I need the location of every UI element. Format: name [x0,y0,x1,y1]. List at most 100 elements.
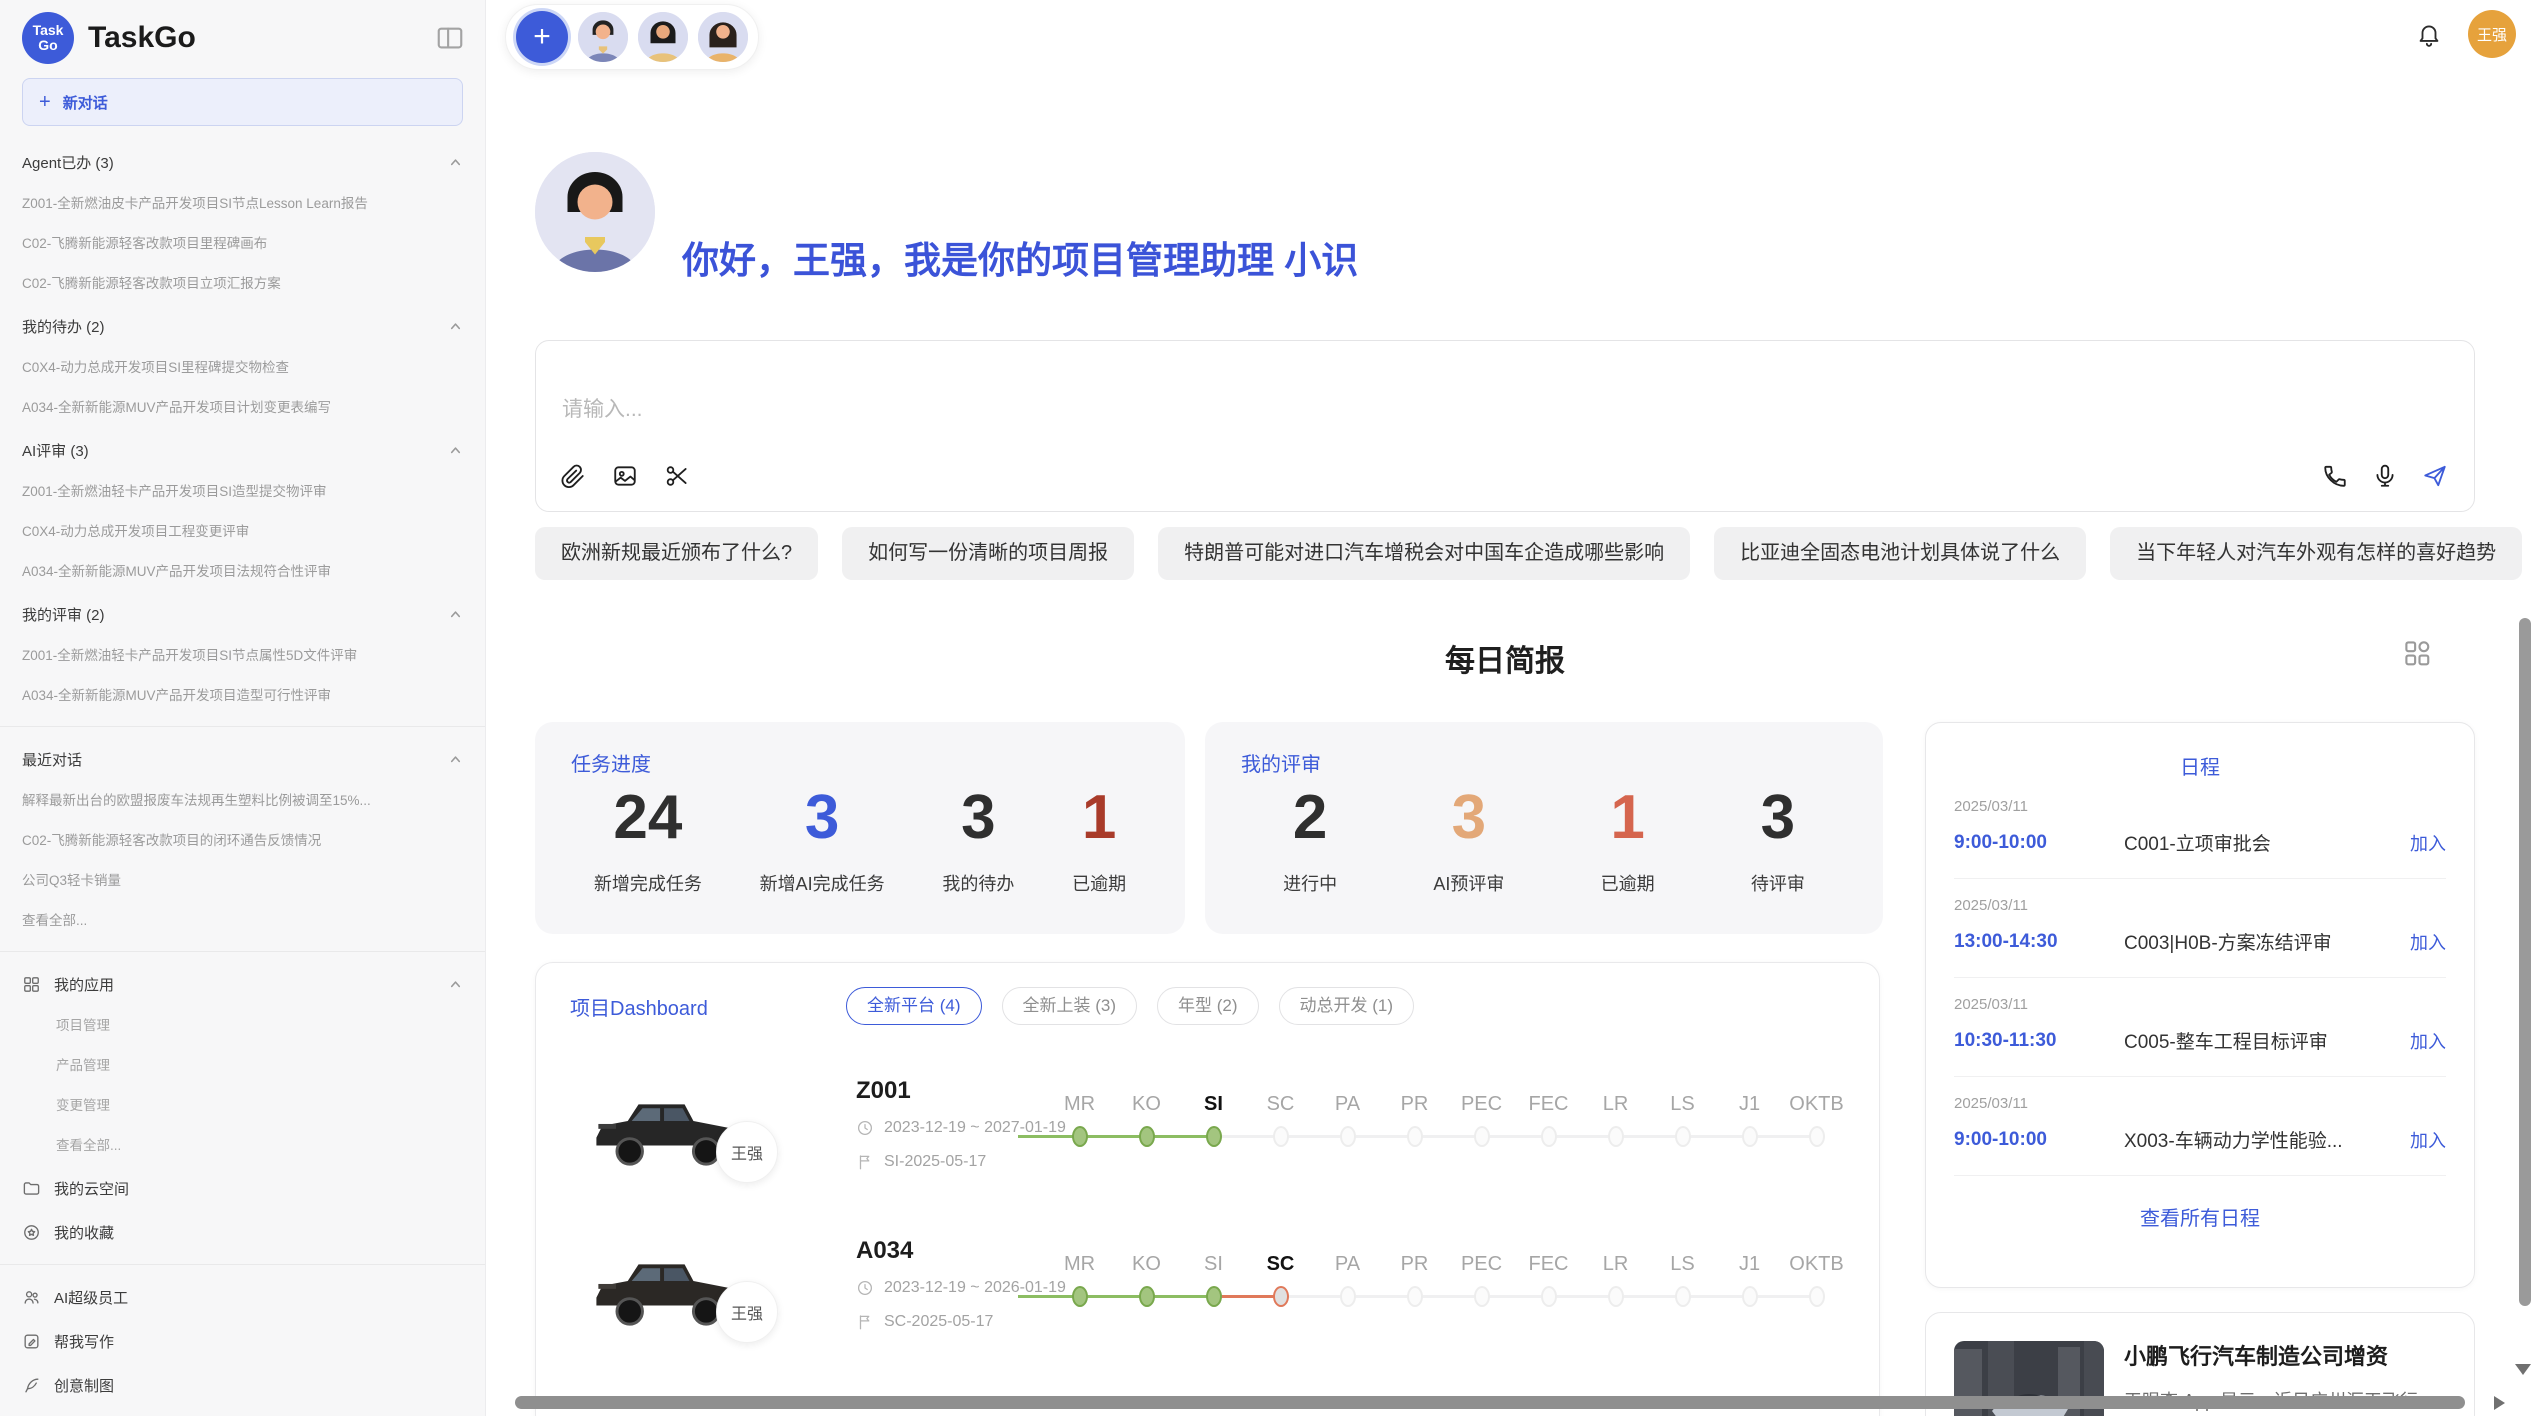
input-toolbar-left [560,463,690,489]
chevron-up-icon[interactable] [448,607,463,622]
task-progress-card: 任务进度 24新增完成任务 3新增AI完成任务 3我的待办 1已逾期 [535,722,1185,934]
project-row[interactable]: 王强 Z001 2023-12-19 ~ 2027-01-19 SI-2025-… [536,1063,1879,1223]
milestone-dot [1675,1126,1691,1147]
sidebar-item-my-apps[interactable]: 我的应用 [0,962,485,1006]
sidebar-item-creative-drawing[interactable]: 创意制图 [0,1363,485,1407]
milestone-label: OKTB [1783,1253,1850,1276]
list-item[interactable]: C0X4-动力总成开发项目SI里程碑提交物检查 [0,348,485,388]
image-icon[interactable] [612,463,638,489]
vertical-scrollbar[interactable] [2519,618,2531,1306]
section-header-recent-chats[interactable]: 最近对话 [0,737,485,781]
filter-chip-model-year[interactable]: 年型 (2) [1157,987,1259,1025]
suggestion-chip[interactable]: 特朗普可能对进口汽车增税会对中国车企造成哪些影响 [1158,527,1690,580]
avatar[interactable] [698,12,748,62]
clock-icon [856,1119,874,1137]
people-icon [22,1288,41,1307]
list-item[interactable]: A034-全新新能源MUV产品开发项目造型可行性评审 [0,676,485,716]
event-title: C003|H0B-方案冻结评审 [2124,928,2410,955]
horizontal-scrollbar[interactable] [515,1396,2465,1409]
avatar[interactable] [578,12,628,62]
layout-grid-icon[interactable] [2402,638,2432,668]
assistant-avatar [535,152,655,272]
sidebar-item-favorites[interactable]: 我的收藏 [0,1210,485,1254]
sidebar-item-project-mgmt[interactable]: 项目管理 [0,1006,485,1046]
sidebar-header: Task Go TaskGo [0,0,485,70]
notification-bell-icon[interactable] [2416,21,2442,47]
join-meeting-link[interactable]: 加入 [2410,830,2446,856]
sidebar-item-product-mgmt[interactable]: 产品管理 [0,1046,485,1086]
event-title: C005-整车工程目标评审 [2124,1027,2410,1054]
suggestion-chip[interactable]: 欧洲新规最近颁布了什么? [535,527,818,580]
section-header-ai-review[interactable]: AI评审 (3) [0,428,485,472]
list-item[interactable]: Z001-全新燃油皮卡产品开发项目SI节点Lesson Learn报告 [0,184,485,224]
view-all-apps-link[interactable]: 查看全部... [0,1126,485,1166]
view-all-schedule-link[interactable]: 查看所有日程 [1954,1202,2446,1231]
attachment-icon[interactable] [560,463,586,489]
phone-call-icon[interactable] [2322,463,2348,489]
list-item[interactable]: Z001-全新燃油轻卡产品开发项目SI造型提交物评审 [0,472,485,512]
microphone-icon[interactable] [2372,463,2398,489]
project-dashboard-card: 项目Dashboard 全新平台 (4) 全新上装 (3) 年型 (2) 动总开… [535,962,1880,1416]
project-row[interactable]: 王强 A034 2023-12-19 ~ 2026-01-19 SC-2025-… [536,1223,1879,1383]
event-time: 9:00-10:00 [1954,832,2124,854]
chevron-up-icon[interactable] [448,752,463,767]
card-title: 我的评审 [1241,748,1321,777]
event-date: 2025/03/11 [1954,1095,2446,1112]
sidebar-item-ai-super-staff[interactable]: AI超级员工 [0,1275,485,1319]
send-icon[interactable] [2422,463,2448,489]
milestone-label: OKTB [1783,1093,1850,1116]
suggestion-chip[interactable]: 当下年轻人对汽车外观有怎样的喜好趋势 [2110,527,2522,580]
new-chat-button[interactable]: + 新对话 [22,78,463,126]
chevron-up-icon[interactable] [448,319,463,334]
stat-new-ai-done: 3新增AI完成任务 [760,786,885,896]
list-item[interactable]: C02-飞腾新能源轻客改款项目的闭环通告反馈情况 [0,821,485,861]
suggestion-chip[interactable]: 如何写一份清晰的项目周报 [842,527,1134,580]
project-name: Z001 [856,1077,911,1105]
user-avatar[interactable]: 王强 [2468,10,2516,58]
filter-chip-new-body[interactable]: 全新上装 (3) [1002,987,1138,1025]
agent-avatar-group: + [505,4,759,70]
section-header-agent-done[interactable]: Agent已办 (3) [0,140,485,184]
join-meeting-link[interactable]: 加入 [2410,1127,2446,1153]
join-meeting-link[interactable]: 加入 [2410,1028,2446,1054]
sidebar-item-change-mgmt[interactable]: 变更管理 [0,1086,485,1126]
sidebar-item-cloud-space[interactable]: 我的云空间 [0,1166,485,1210]
add-agent-button[interactable]: + [516,11,568,63]
card-title: 任务进度 [571,748,651,777]
filter-chip-powertrain[interactable]: 动总开发 (1) [1279,987,1415,1025]
milestone-dot [1273,1126,1289,1147]
event-date: 2025/03/11 [1954,996,2446,1013]
scroll-right-arrow-icon[interactable] [2494,1396,2505,1410]
greeting-text: 你好，王强，我是你的项目管理助理 小识 [682,230,1358,284]
list-item[interactable]: 公司Q3轻卡销量 [0,861,485,901]
chat-input[interactable]: 请输入... [535,340,2475,512]
scissors-icon[interactable] [664,463,690,489]
milestone-dot-done [1072,1286,1088,1307]
chevron-up-icon[interactable] [448,977,463,992]
milestone-dot-done [1139,1126,1155,1147]
sidebar-item-help-me-write[interactable]: 帮我写作 [0,1319,485,1363]
event-date: 2025/03/11 [1954,798,2446,815]
list-item[interactable]: A034-全新新能源MUV产品开发项目计划变更表编写 [0,388,485,428]
avatar[interactable] [638,12,688,62]
section-header-my-todo[interactable]: 我的待办 (2) [0,304,485,348]
chevron-up-icon[interactable] [448,155,463,170]
suggestion-chip[interactable]: 比亚迪全固态电池计划具体说了什么 [1714,527,2086,580]
join-meeting-link[interactable]: 加入 [2410,929,2446,955]
event-title: C001-立项审批会 [2124,829,2410,856]
milestone-dot-done [1206,1286,1222,1307]
schedule-event: 2025/03/11 10:30-11:30 C005-整车工程目标评审 加入 [1954,978,2446,1077]
filter-chip-new-platform[interactable]: 全新平台 (4) [846,987,982,1025]
list-item[interactable]: A034-全新新能源MUV产品开发项目法规符合性评审 [0,552,485,592]
scroll-down-arrow-icon[interactable] [2515,1364,2531,1375]
view-all-chats-link[interactable]: 查看全部... [0,901,485,941]
sidebar-collapse-icon[interactable] [435,23,465,53]
chevron-up-icon[interactable] [448,443,463,458]
list-item[interactable]: 解释最新出台的欧盟报废车法规再生塑料比例被调至15%... [0,781,485,821]
list-item[interactable]: Z001-全新燃油轻卡产品开发项目SI节点属性5D文件评审 [0,636,485,676]
milestone-label: J1 [1716,1253,1783,1276]
list-item[interactable]: C02-飞腾新能源轻客改款项目里程碑画布 [0,224,485,264]
list-item[interactable]: C02-飞腾新能源轻客改款项目立项汇报方案 [0,264,485,304]
list-item[interactable]: C0X4-动力总成开发项目工程变更评审 [0,512,485,552]
section-header-my-review[interactable]: 我的评审 (2) [0,592,485,636]
